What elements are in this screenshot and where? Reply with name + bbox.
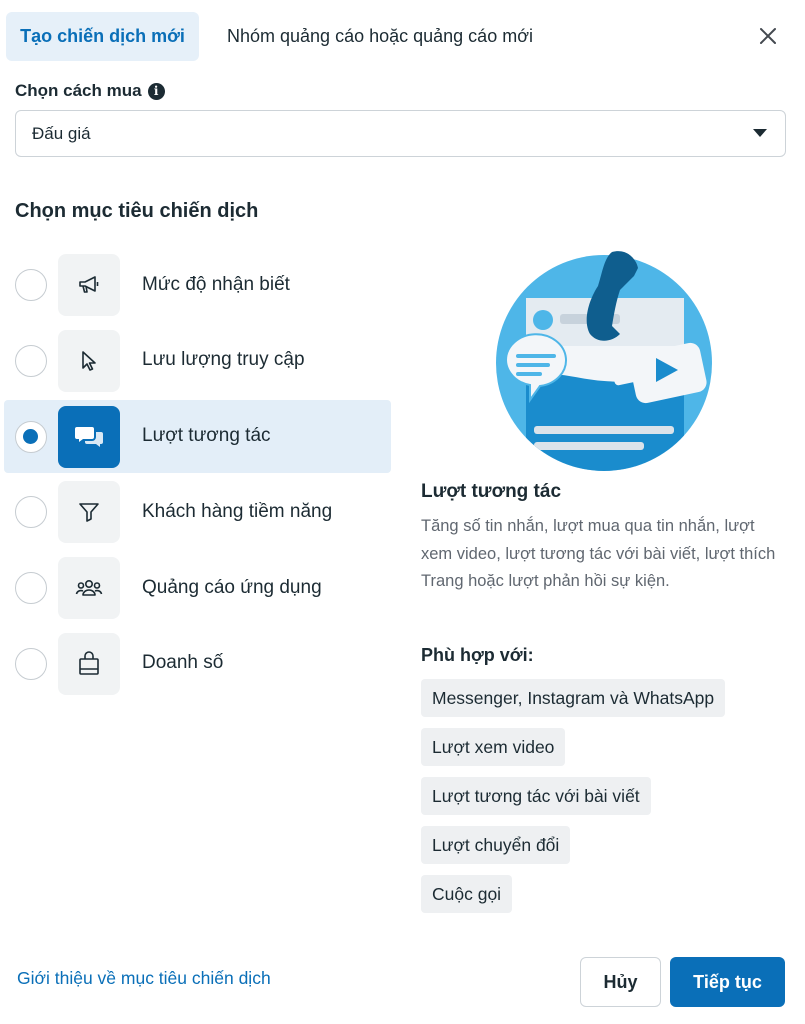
- people-icon: [58, 557, 120, 620]
- buying-type-select[interactable]: Đấu giá: [15, 110, 786, 157]
- buying-type-label: Chọn cách mua i: [15, 79, 165, 103]
- fit-chip-list: Messenger, Instagram và WhatsApp Lượt xe…: [421, 679, 791, 924]
- tab-new-ad-set-or-ad[interactable]: Nhóm quảng cáo hoặc quảng cáo mới: [227, 12, 533, 61]
- objective-app-promotion[interactable]: Quảng cáo ứng dụng: [4, 551, 391, 624]
- objective-label: Mức độ nhận biết: [142, 273, 290, 295]
- dialog-header: Tạo chiến dịch mới Nhóm quảng cáo hoặc q…: [0, 0, 805, 72]
- objective-label: Quảng cáo ứng dụng: [142, 576, 322, 598]
- objective-label: Lưu lượng truy cập: [142, 349, 305, 371]
- info-icon[interactable]: i: [147, 82, 165, 100]
- radio-button[interactable]: [15, 647, 47, 680]
- learn-about-objectives-link[interactable]: Giới thiệu về mục tiêu chiến dịch: [17, 968, 271, 989]
- objective-label: Khách hàng tiềm năng: [142, 500, 333, 522]
- detail-description: Tăng số tin nhắn, lượt mua qua tin nhắn,…: [421, 517, 776, 590]
- cancel-button[interactable]: Hủy: [580, 957, 661, 1007]
- fit-chip: Lượt chuyển đổi: [421, 826, 571, 864]
- radio-button[interactable]: [15, 269, 47, 301]
- continue-button[interactable]: Tiếp tục: [670, 957, 785, 1007]
- detail-title: Lượt tương tác: [421, 481, 562, 502]
- cursor-icon: [58, 329, 120, 392]
- radio-button[interactable]: [15, 572, 47, 605]
- radio-button[interactable]: [15, 344, 47, 377]
- objective-label: Lượt tương tác: [142, 425, 271, 447]
- radio-button-selected[interactable]: [15, 420, 47, 453]
- objective-heading: Chọn mục tiêu chiến dịch: [15, 200, 259, 222]
- fit-chip: Cuộc gọi: [421, 875, 513, 913]
- fit-label: Phù hợp với:: [421, 645, 534, 665]
- engagement-illustration: [494, 250, 714, 475]
- fit-chip: Lượt xem video: [421, 728, 566, 766]
- objective-awareness[interactable]: Mức độ nhận biết: [4, 248, 391, 321]
- megaphone-icon: [58, 254, 120, 316]
- fit-chip: Messenger, Instagram và WhatsApp: [421, 679, 726, 717]
- objective-list: Mức độ nhận biết Lưu lượng truy cập Lượt…: [4, 248, 391, 703]
- shopping-bag-icon: [58, 632, 120, 695]
- objective-sales[interactable]: Doanh số: [4, 627, 391, 700]
- close-icon[interactable]: [752, 20, 784, 52]
- buying-type-label-text: Chọn cách mua: [15, 81, 142, 100]
- fit-chip: Lượt tương tác với bài viết: [421, 777, 651, 815]
- tab-new-campaign[interactable]: Tạo chiến dịch mới: [6, 12, 199, 61]
- buying-type-value: Đấu giá: [32, 123, 91, 143]
- filter-icon: [58, 481, 120, 544]
- objective-leads[interactable]: Khách hàng tiềm năng: [4, 475, 391, 548]
- objective-engagement[interactable]: Lượt tương tác: [4, 399, 391, 473]
- chat-bubbles-icon: [58, 405, 120, 468]
- objective-traffic[interactable]: Lưu lượng truy cập: [4, 324, 391, 397]
- objective-label: Doanh số: [142, 652, 224, 674]
- radio-button[interactable]: [15, 496, 47, 529]
- caret-down-icon: [753, 129, 767, 137]
